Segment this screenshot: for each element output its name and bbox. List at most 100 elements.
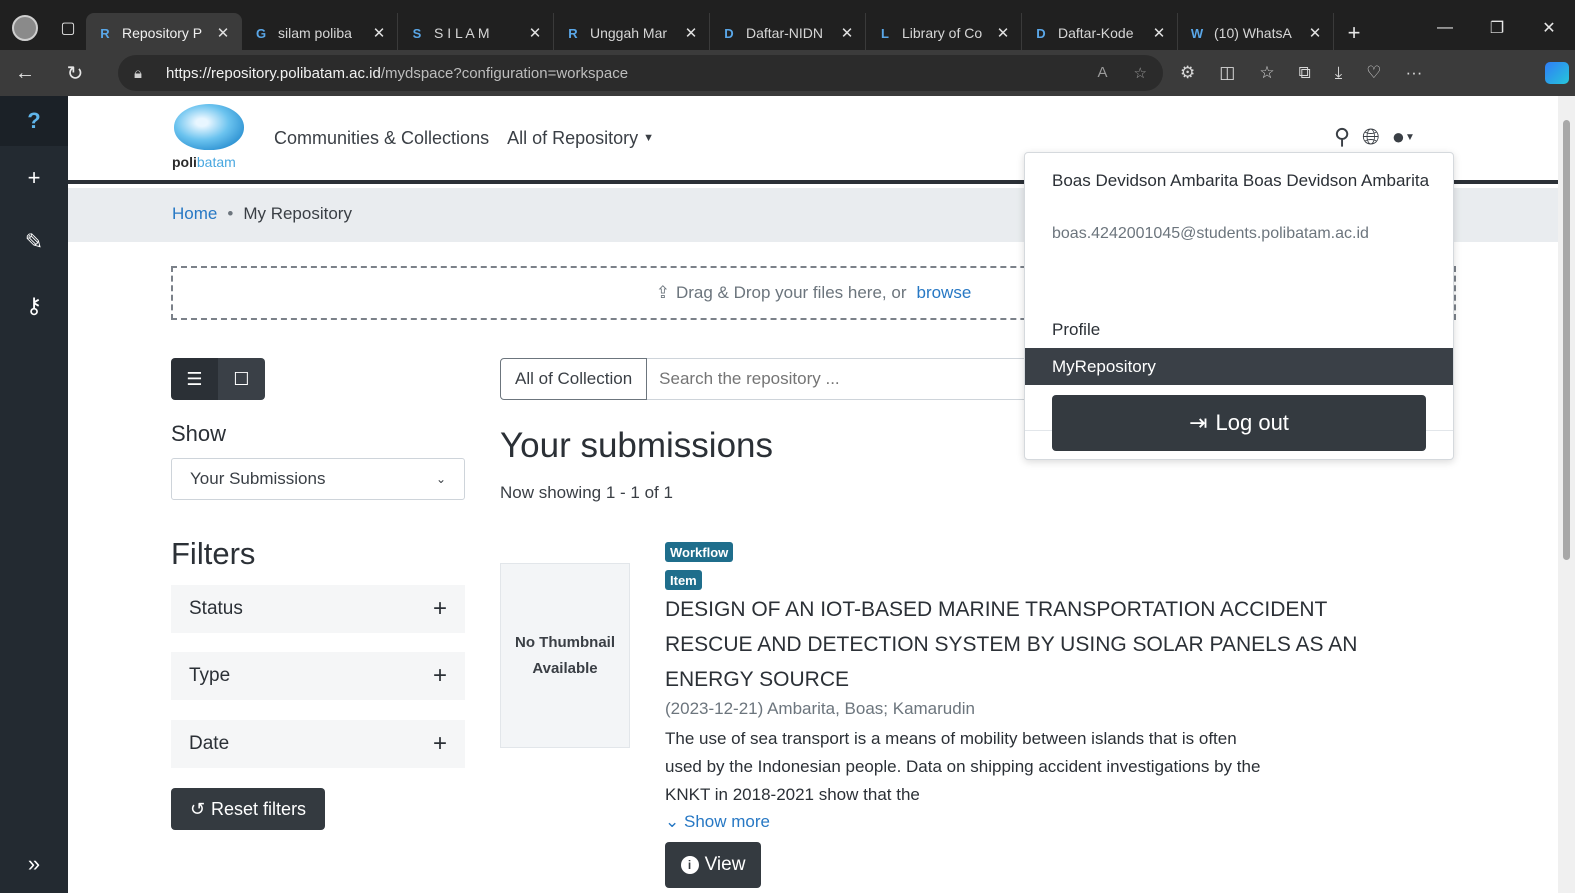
- main-nav: Communities & Collections All of Reposit…: [274, 128, 654, 149]
- expand-plus-icon: +: [432, 595, 447, 622]
- tab-actions-icon[interactable]: ▢: [50, 0, 86, 56]
- breadcrumb: Home • My Repository: [172, 204, 352, 224]
- language-globe-icon[interactable]: 🌐︎: [1362, 124, 1380, 150]
- browser-tab[interactable]: R Unggah Mar ✕: [554, 13, 710, 53]
- polibatam-logo[interactable]: polibatam: [172, 104, 246, 174]
- nav-all-of-repository[interactable]: All of Repository ▼: [507, 128, 654, 149]
- item-abstract: The use of sea transport is a means of m…: [665, 729, 1261, 804]
- page-scrollbar[interactable]: [1558, 96, 1575, 893]
- edit-pencil-icon[interactable]: ✎: [0, 210, 68, 274]
- browser-tab-bar: ▢ R Repository P ✕ Gsilam poliba ✕ SS I L A…: [0, 0, 1575, 56]
- lock-icon: 🔒︎: [134, 64, 142, 82]
- nav-communities-collections[interactable]: Communities & Collections: [274, 128, 489, 149]
- browser-tab[interactable]: W (10) WhatsA ✕: [1178, 13, 1334, 53]
- tab-favicon-icon: W: [1190, 25, 1204, 41]
- read-aloud-icon[interactable]: A: [1098, 64, 1108, 82]
- window-controls: — ❐ ✕: [1419, 0, 1575, 56]
- filters-heading: Filters: [171, 536, 256, 571]
- browser-tab[interactable]: R Repository P ✕: [86, 13, 242, 53]
- item-thumbnail: No Thumbnail Available: [500, 563, 630, 748]
- logout-icon: ⇥: [1189, 410, 1208, 435]
- show-label: Show: [171, 421, 227, 446]
- tab-close-icon[interactable]: ✕: [995, 24, 1011, 42]
- expand-sidebar-icon[interactable]: »: [0, 851, 68, 877]
- browser-tabs: R Repository P ✕ Gsilam poliba ✕ SS I L A M…: [86, 13, 1334, 53]
- browser-tab[interactable]: D Daftar-NIDN ✕: [710, 13, 866, 53]
- configuration-select[interactable]: Your Submissions ⌄: [171, 458, 465, 500]
- add-icon[interactable]: +: [0, 146, 68, 210]
- browser-tab[interactable]: L Library of Co ✕: [866, 13, 1022, 53]
- back-icon[interactable]: ←: [0, 62, 50, 85]
- tab-close-icon[interactable]: ✕: [839, 24, 855, 42]
- address-bar[interactable]: 🔒︎ https://repository.polibatam.ac.id/my…: [118, 55, 1163, 91]
- expand-plus-icon: +: [432, 662, 447, 689]
- tab-close-icon[interactable]: ✕: [1151, 24, 1167, 42]
- key-icon[interactable]: ⚷: [0, 274, 68, 338]
- tab-favicon-icon: G: [255, 25, 267, 41]
- result-count: Now showing 1 - 1 of 1: [500, 483, 673, 502]
- tab-close-icon[interactable]: ✕: [1307, 24, 1323, 42]
- user-avatar-icon[interactable]: ●▼: [1392, 124, 1415, 150]
- tab-favicon-icon: R: [100, 25, 110, 41]
- filter-status[interactable]: Status +: [171, 585, 465, 633]
- admin-sidebar: ? + ✎ ⚷ »: [0, 96, 68, 893]
- tab-favicon-icon: D: [1036, 25, 1046, 41]
- tab-favicon-icon: S: [412, 25, 422, 41]
- tab-close-icon[interactable]: ✕: [215, 24, 231, 42]
- info-icon: i: [680, 856, 699, 874]
- performance-icon[interactable]: ♡: [1366, 63, 1381, 83]
- tab-close-icon[interactable]: ✕: [371, 24, 387, 42]
- item-title[interactable]: DESIGN OF AN IOT-BASED MARINE TRANSPORTA…: [665, 592, 1405, 697]
- tab-favicon-icon: L: [881, 25, 889, 41]
- breadcrumb-current: My Repository: [243, 204, 352, 223]
- grid-view-icon[interactable]: ☐: [218, 358, 265, 400]
- browser-profile-icon[interactable]: [0, 0, 50, 56]
- browse-link[interactable]: browse: [916, 283, 971, 303]
- view-mode-toggle: ☰ ☐: [171, 358, 265, 400]
- expand-plus-icon: +: [432, 730, 447, 757]
- tab-close-icon[interactable]: ✕: [683, 24, 699, 42]
- filter-date[interactable]: Date +: [171, 720, 465, 768]
- collections-icon[interactable]: ⧉: [1299, 63, 1311, 83]
- copilot-icon[interactable]: [1545, 62, 1569, 84]
- breadcrumb-home[interactable]: Home: [172, 204, 217, 224]
- new-tab-icon[interactable]: +: [1334, 13, 1374, 53]
- restore-icon[interactable]: ❐: [1471, 18, 1523, 38]
- browser-tab[interactable]: Gsilam poliba ✕: [242, 13, 398, 53]
- undo-icon: ↺: [189, 798, 206, 819]
- favorite-star-icon[interactable]: ☆: [1134, 64, 1147, 82]
- tab-favicon-icon: D: [724, 25, 734, 41]
- user-dropdown-menu: Boas Devidson Ambarita Boas Devidson Amb…: [1024, 152, 1454, 460]
- list-view-icon[interactable]: ☰: [171, 358, 218, 400]
- dspace-logo-icon[interactable]: ?: [0, 96, 68, 146]
- upload-icon: ⇪: [655, 283, 670, 302]
- split-screen-icon[interactable]: ◫: [1219, 63, 1235, 83]
- refresh-icon[interactable]: ↻: [50, 61, 100, 86]
- menu-item-profile[interactable]: Profile: [1025, 311, 1453, 348]
- favorites-icon[interactable]: ☆: [1259, 63, 1274, 83]
- view-button[interactable]: i View: [665, 842, 761, 888]
- logout-button[interactable]: ⇥ Log out: [1052, 395, 1426, 451]
- scope-selector-button[interactable]: All of Collection: [500, 358, 648, 400]
- caret-down-icon: ▼: [643, 132, 655, 144]
- workflow-badge: Workflow: [665, 542, 734, 562]
- item-meta: (2023-12-21) Ambarita, Boas; Kamarudin: [665, 699, 975, 718]
- extensions-icon[interactable]: ⚙: [1180, 63, 1195, 83]
- user-name: Boas Devidson Ambarita Boas Devidson Amb…: [1052, 171, 1430, 190]
- close-window-icon[interactable]: ✕: [1523, 18, 1575, 38]
- downloads-icon[interactable]: ⤓: [1335, 63, 1343, 83]
- menu-item-myrepository[interactable]: MyRepository: [1025, 348, 1453, 385]
- more-menu-icon[interactable]: ···: [1405, 63, 1422, 83]
- browser-tab[interactable]: SS I L A M ✕: [398, 13, 554, 53]
- tab-close-icon[interactable]: ✕: [527, 24, 543, 42]
- browser-tab[interactable]: D Daftar-Kode ✕: [1022, 13, 1178, 53]
- browser-toolbar: ← ↻ 🔒︎ https://repository.polibatam.ac.i…: [0, 50, 1575, 96]
- reset-filters-button[interactable]: ↺ Reset filters: [171, 788, 325, 830]
- filter-type[interactable]: Type +: [171, 652, 465, 700]
- minimize-icon[interactable]: —: [1419, 19, 1471, 37]
- main-page: polibatam Communities & Collections All …: [68, 96, 1558, 893]
- item-badge: Item: [665, 570, 702, 590]
- tab-favicon-icon: R: [568, 25, 578, 41]
- show-more-link[interactable]: ⌄ Show more: [665, 812, 770, 832]
- search-icon[interactable]: ⚲: [1334, 124, 1350, 150]
